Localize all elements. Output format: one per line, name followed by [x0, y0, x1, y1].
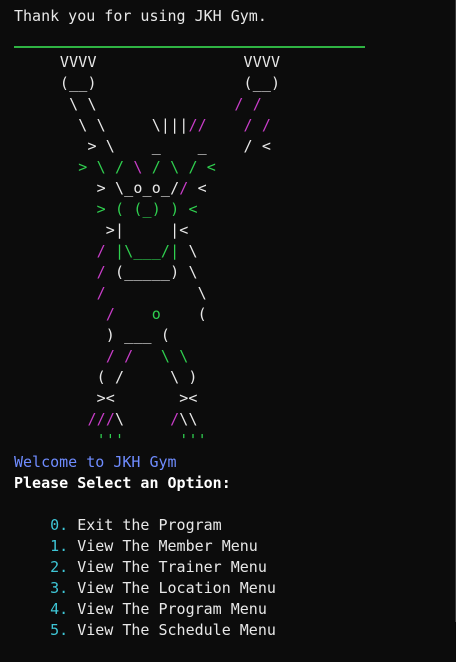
ascii-art-segment: (__) (__) [14, 74, 281, 92]
ascii-art-segment: / [96, 242, 116, 260]
ascii-art-segment: o [151, 305, 161, 323]
ascii-art-segment [115, 305, 152, 323]
ascii-art-line: > \ _ _ / < [14, 137, 271, 155]
ascii-art-line: > \_o_o_// < [14, 179, 207, 197]
ascii-art-line: >< >< [14, 389, 198, 407]
ascii-art-segment: >| |< [14, 221, 189, 239]
ascii-art-line: VVVV VVVV [14, 53, 280, 71]
ascii-art-line: ( / \ ) [14, 368, 198, 386]
menu-option-member[interactable]: 1. View The Member Menu [14, 515, 258, 555]
terminal-window[interactable]: Thank you for using JKH Gym. VVVV VVVV (… [0, 0, 456, 639]
ascii-art-line: / o ( [14, 305, 207, 323]
ascii-art-segment: >< >< [14, 389, 198, 407]
ascii-art-segment: > ( (_) ) < [96, 200, 198, 218]
ascii-art-line: \ \ / / [14, 95, 262, 113]
ascii-art-segment: ) ___ ( [14, 326, 171, 344]
ascii-art-segment [14, 284, 97, 302]
ascii-art-segment: \ [179, 242, 198, 260]
ascii-art-segment [14, 431, 97, 449]
ascii-art-weightlifter: VVVV VVVV (__) (__) \ \ / / \ \ \|||// /… [14, 52, 280, 451]
option-number: 5. [50, 621, 69, 639]
ascii-art-segment: |\___/| [115, 242, 180, 260]
ascii-art-segment: (_____) [115, 263, 180, 281]
ascii-art-segment [14, 263, 97, 281]
ascii-art-line: > \ / \ / \ / < [14, 158, 216, 176]
ascii-art-segment: /// [87, 410, 115, 428]
ascii-art-segment: / / [243, 116, 272, 134]
ascii-art-segment: \ [124, 158, 152, 176]
ascii-art-segment: / / [105, 347, 134, 365]
ascii-art-segment [14, 410, 87, 428]
ascii-art-segment: > \_o_o_/ [14, 179, 180, 197]
welcome-heading: Welcome to JKH Gym [14, 453, 177, 471]
ascii-art-segment: / [105, 305, 115, 323]
ascii-art-segment: \ \ [160, 347, 189, 365]
divider-rule [14, 46, 365, 48]
menu-option-schedule[interactable]: 5. View The Schedule Menu [14, 599, 276, 639]
ascii-art-segment: \ [115, 410, 171, 428]
ascii-art-segment [14, 200, 97, 218]
option-label: View The Schedule Menu [68, 621, 276, 639]
ascii-art-segment: ( [160, 305, 207, 323]
ascii-art-segment [14, 305, 106, 323]
ascii-art-segment [14, 347, 106, 365]
ascii-art-line: > ( (_) ) < [14, 200, 198, 218]
menu-option-exit[interactable]: 0. Exit the Program [14, 494, 222, 534]
ascii-art-line: (__) (__) [14, 74, 280, 92]
thank-you-message: Thank you for using JKH Gym. [14, 7, 267, 25]
ascii-art-line: / |\___/| \ [14, 242, 198, 260]
ascii-art-segment: ''' [96, 431, 125, 449]
menu-option-trainer[interactable]: 2. View The Trainer Menu [14, 536, 267, 576]
ascii-art-segment [207, 116, 244, 134]
ascii-art-segment [14, 242, 97, 260]
ascii-art-segment: / [96, 284, 106, 302]
menu-option-program[interactable]: 4. View The Program Menu [14, 578, 267, 618]
ascii-art-segment: > \ / [78, 158, 125, 176]
ascii-art-segment: / [96, 263, 116, 281]
ascii-art-segment: VVVV VVVV [14, 53, 281, 71]
ascii-art-line: ''' ''' [14, 431, 207, 449]
ascii-art-segment: \ \ \||| [14, 116, 189, 134]
ascii-art-segment: / \ / < [151, 158, 216, 176]
ascii-art-segment: // [188, 116, 207, 134]
select-option-prompt: Please Select an Option: [14, 474, 231, 492]
ascii-art-segment [133, 347, 161, 365]
ascii-art-line: ) ___ ( [14, 326, 170, 344]
ascii-art-line: / / \ \ [14, 347, 188, 365]
ascii-art-segment: < [188, 179, 207, 197]
ascii-art-line: / (_____) \ [14, 263, 198, 281]
menu-option-location[interactable]: 3. View The Location Menu [14, 557, 276, 597]
ascii-art-segment: \\ [179, 410, 198, 428]
ascii-art-segment: \ [105, 284, 207, 302]
ascii-art-line: >| |< [14, 221, 188, 239]
ascii-art-segment [124, 431, 179, 449]
ascii-art-segment: / [170, 410, 180, 428]
ascii-art-segment: ( / \ ) [14, 368, 198, 386]
ascii-art-line: / \ [14, 284, 207, 302]
ascii-art-segment: ''' [179, 431, 207, 449]
ascii-art-segment: \ [179, 263, 198, 281]
ascii-art-line: ///\ /\\ [14, 410, 198, 428]
ascii-art-segment: > \ _ _ / < [14, 137, 272, 155]
ascii-art-segment: \ \ [14, 95, 235, 113]
ascii-art-segment [14, 158, 78, 176]
ascii-art-segment: / / [234, 95, 262, 113]
ascii-art-line: \ \ \|||// / / [14, 116, 271, 134]
